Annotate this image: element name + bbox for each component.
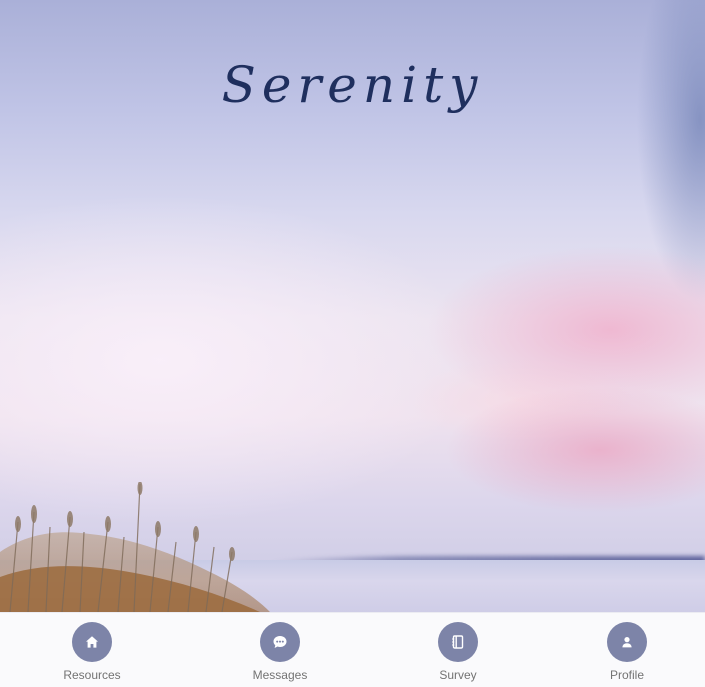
app-title: Serenity (221, 56, 484, 114)
nav-item-messages[interactable]: Messages (230, 622, 330, 682)
nav-label-profile: Profile (609, 668, 644, 682)
reeds-illustration (0, 482, 270, 612)
nav-item-resources[interactable]: Resources (42, 622, 142, 682)
background-landscape-image: Serenity (0, 0, 705, 612)
nav-item-survey[interactable]: Survey (408, 622, 508, 682)
bottom-navigation-bar: Resources Messages Survey Profile (0, 612, 705, 687)
home-icon (72, 622, 112, 662)
nav-label-survey: Survey (439, 668, 477, 682)
notebook-icon (438, 622, 478, 662)
nav-label-resources: Resources (63, 668, 121, 682)
chat-bubble-icon (260, 622, 300, 662)
nav-item-profile[interactable]: Profile (577, 622, 677, 682)
app-screen: Serenity Resources Messages Survey Profi… (0, 0, 705, 687)
nav-label-messages: Messages (252, 668, 308, 682)
person-icon (607, 622, 647, 662)
